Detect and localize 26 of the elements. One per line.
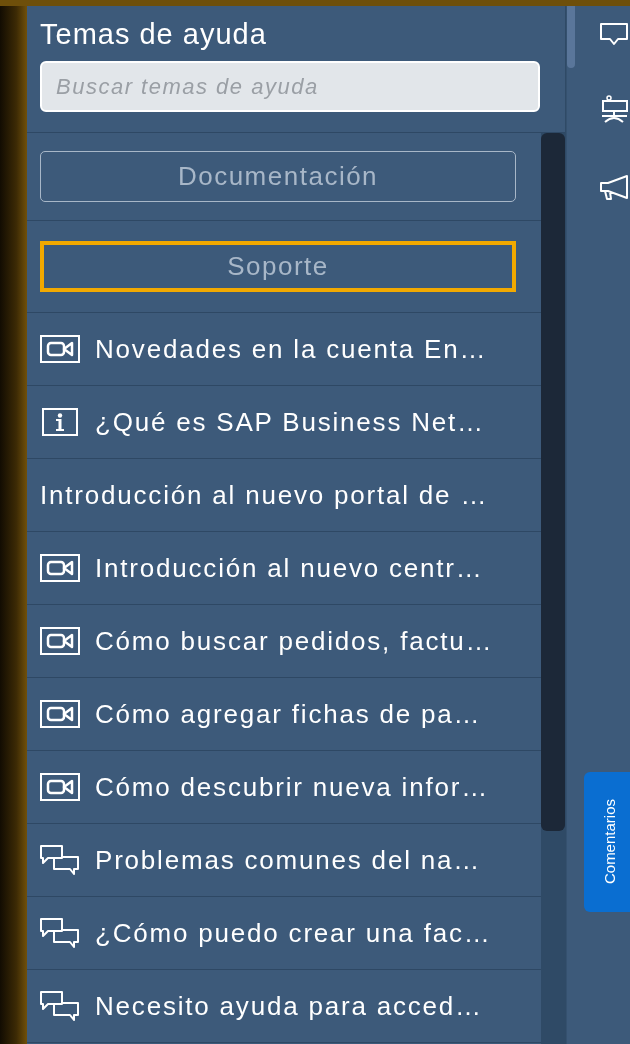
video-icon bbox=[40, 700, 80, 728]
video-icon bbox=[40, 554, 80, 582]
scrollbar[interactable] bbox=[541, 133, 565, 1044]
help-topic-item[interactable]: Introducción al nuevo centr… bbox=[27, 532, 541, 605]
info-icon bbox=[40, 408, 80, 436]
video-icon bbox=[40, 627, 80, 655]
help-topic-item[interactable]: Cómo descubrir nueva infor… bbox=[27, 751, 541, 824]
chat-bubbles-icon bbox=[40, 991, 80, 1021]
help-topic-item[interactable]: Cómo buscar pedidos, factu… bbox=[27, 605, 541, 678]
video-icon bbox=[40, 773, 80, 801]
help-topic-item[interactable]: Necesito ayuda para acced… bbox=[27, 970, 541, 1043]
help-topic-item[interactable]: Problemas comunes del na… bbox=[27, 824, 541, 897]
panel-title: Temas de ayuda bbox=[40, 18, 268, 51]
chat-bubbles-icon bbox=[40, 845, 80, 875]
megaphone-icon[interactable] bbox=[599, 174, 629, 200]
help-topic-item[interactable]: ¿Cómo puedo crear una fac… bbox=[27, 897, 541, 970]
help-topic-item[interactable]: Cómo agregar fichas de pa… bbox=[27, 678, 541, 751]
help-topic-item[interactable]: Novedades en la cuenta En… bbox=[27, 313, 541, 386]
scrollbar[interactable] bbox=[567, 6, 575, 68]
speech-bubble-icon[interactable] bbox=[599, 22, 629, 48]
search-field[interactable]: Buscar temas de ayuda bbox=[40, 61, 540, 112]
feedback-tab[interactable]: Comentarios bbox=[584, 772, 630, 912]
presenter-icon[interactable] bbox=[599, 94, 629, 124]
help-topic-item[interactable]: ¿Qué es SAP Business Net… bbox=[27, 386, 541, 459]
video-icon bbox=[40, 335, 80, 363]
chat-bubbles-icon bbox=[40, 918, 80, 948]
